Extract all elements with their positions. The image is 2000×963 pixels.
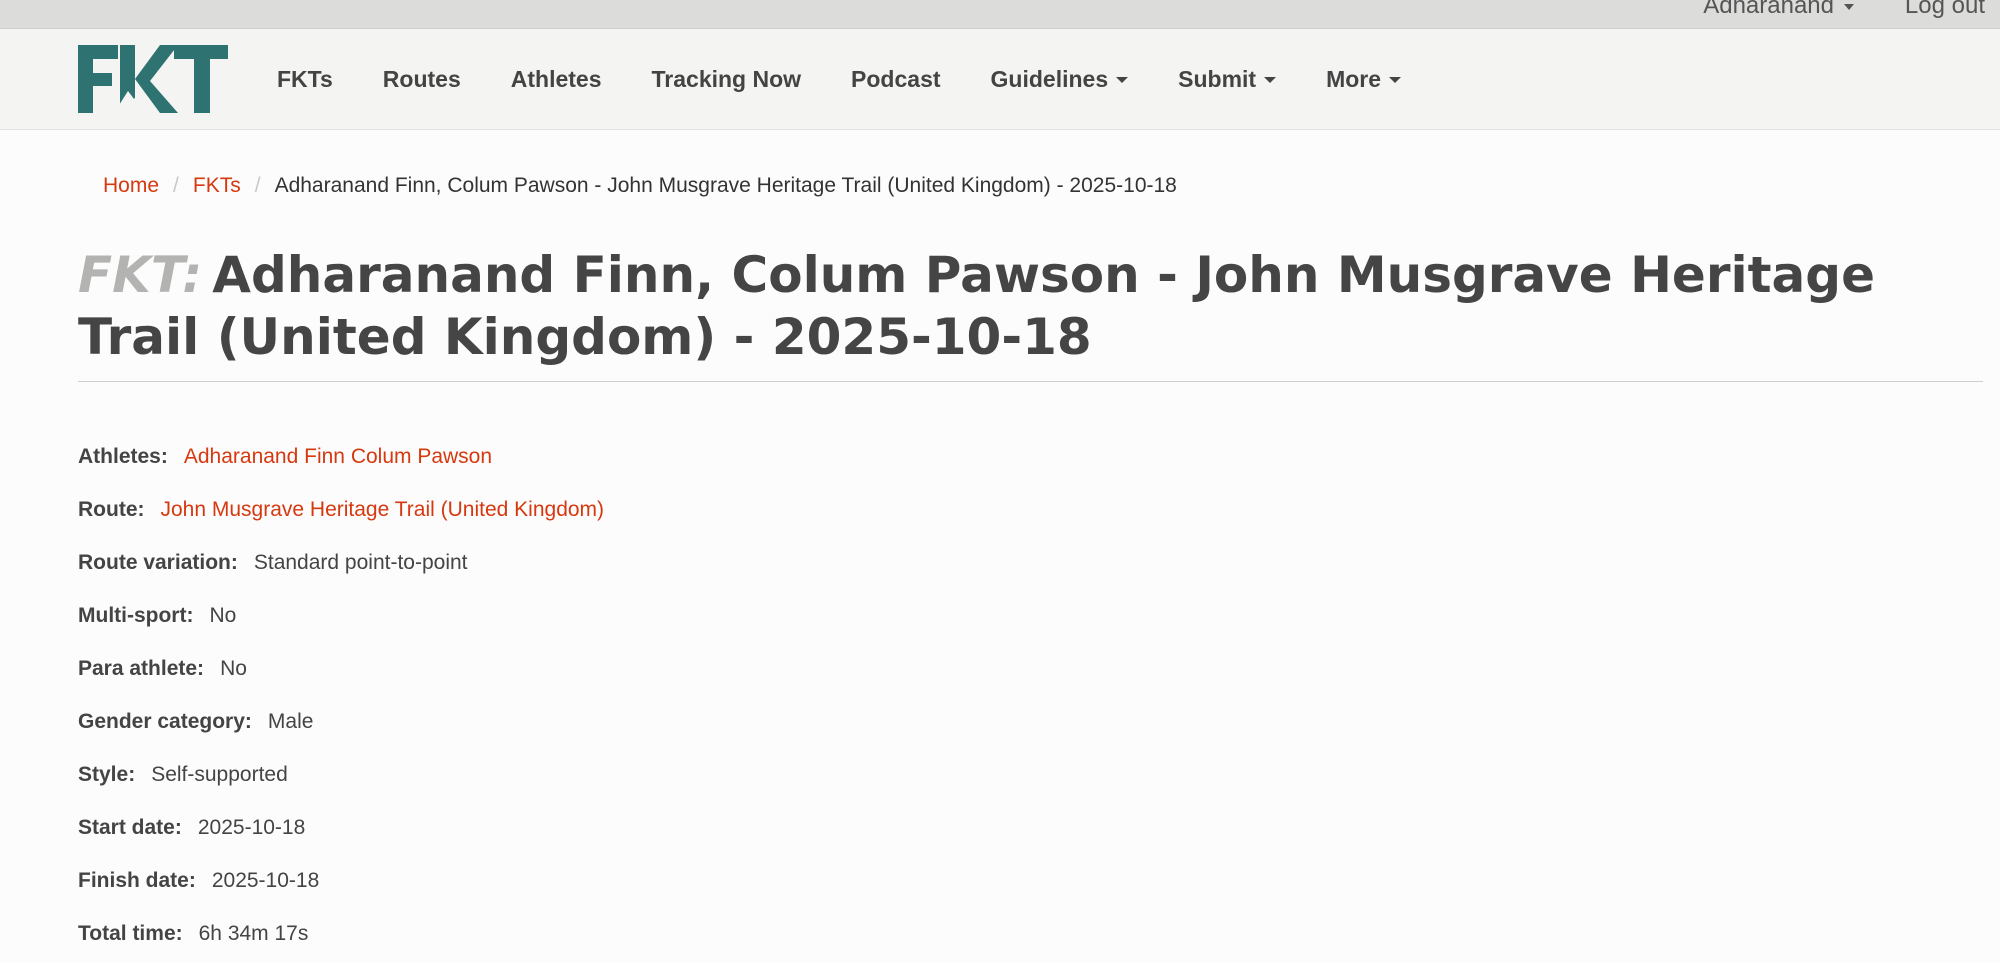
detail-gender-category: Gender category: Male bbox=[78, 695, 604, 748]
nav-guidelines-label: Guidelines bbox=[990, 65, 1109, 92]
detail-style: Style: Self-supported bbox=[78, 748, 604, 801]
detail-label: Style: bbox=[78, 762, 136, 786]
breadcrumb-separator: / bbox=[254, 174, 261, 197]
route-link[interactable]: John Musgrave Heritage Trail (United Kin… bbox=[161, 498, 605, 522]
nav-fkts-label: FKTs bbox=[277, 65, 333, 92]
breadcrumb-current: Adharanand Finn, Colum Pawson - John Mus… bbox=[274, 174, 1177, 197]
detail-label: Para athlete: bbox=[78, 656, 205, 680]
nav-athletes-label: Athletes bbox=[510, 65, 602, 92]
nav-routes[interactable]: Routes bbox=[358, 66, 486, 93]
user-menu-label: Adharanand bbox=[1703, 0, 1834, 19]
detail-para-athlete: Para athlete: No bbox=[78, 642, 604, 695]
chevron-down-icon bbox=[1844, 3, 1854, 10]
detail-label: Total time: bbox=[78, 921, 183, 945]
breadcrumb-separator: / bbox=[173, 174, 179, 197]
detail-value: Male bbox=[267, 709, 314, 733]
detail-label: Finish date: bbox=[78, 868, 196, 892]
detail-multi-sport: Multi-sport: No bbox=[78, 589, 604, 642]
user-menu[interactable]: Adharanand bbox=[1703, 0, 1854, 20]
nav-submit-label: Submit bbox=[1178, 65, 1257, 92]
detail-value: Standard point-to-point bbox=[253, 550, 468, 574]
user-bar: Adharanand Log out bbox=[0, 0, 2000, 29]
detail-start-date: Start date: 2025-10-18 bbox=[78, 801, 604, 854]
detail-athletes: Athletes: Adharanand Finn Colum Pawson bbox=[78, 430, 604, 483]
page-title-prefix: FKT: bbox=[78, 246, 203, 304]
detail-value: No bbox=[209, 603, 237, 627]
detail-route: Route: John Musgrave Heritage Trail (Uni… bbox=[78, 483, 604, 536]
chevron-down-icon bbox=[1264, 77, 1277, 84]
detail-finish-date: Finish date: 2025-10-18 bbox=[78, 854, 604, 907]
nav-guidelines[interactable]: Guidelines bbox=[966, 66, 1154, 93]
detail-label: Multi-sport: bbox=[78, 603, 194, 627]
athletes-link[interactable]: Adharanand Finn Colum Pawson bbox=[184, 445, 492, 469]
chevron-down-icon bbox=[1116, 77, 1129, 84]
detail-total-time: Total time: 6h 34m 17s bbox=[78, 907, 604, 960]
detail-value: Self-supported bbox=[151, 762, 288, 786]
nav-podcast[interactable]: Podcast bbox=[826, 66, 965, 93]
nav-fkts[interactable]: FKTs bbox=[252, 66, 358, 93]
nav-athletes[interactable]: Athletes bbox=[486, 66, 627, 93]
detail-route-variation: Route variation: Standard point-to-point bbox=[78, 536, 604, 589]
page-title-text: Adharanand Finn, Colum Pawson - John Mus… bbox=[78, 246, 1875, 366]
chevron-down-icon bbox=[1389, 77, 1402, 84]
fkt-logo[interactable] bbox=[78, 45, 228, 113]
detail-value: No bbox=[220, 656, 247, 680]
detail-value: 6h 34m 17s bbox=[198, 921, 309, 945]
detail-label: Gender category: bbox=[78, 709, 252, 733]
detail-label: Route: bbox=[78, 497, 145, 521]
title-divider bbox=[78, 381, 1983, 382]
nav-routes-label: Routes bbox=[382, 65, 461, 92]
detail-value: 2025-10-18 bbox=[211, 868, 320, 892]
detail-value: 2025-10-18 bbox=[197, 815, 306, 839]
breadcrumb-home[interactable]: Home bbox=[103, 174, 159, 198]
detail-label: Route variation: bbox=[78, 550, 238, 574]
nav-tracking-now[interactable]: Tracking Now bbox=[627, 66, 827, 93]
breadcrumb: Home / FKTs / Adharanand Finn, Colum Paw… bbox=[103, 174, 1177, 198]
main-nav: FKTs Routes Athletes Tracking Now Podcas… bbox=[252, 29, 1426, 129]
detail-label: Athletes: bbox=[78, 444, 168, 468]
page-title: FKT: Adharanand Finn, Colum Pawson - John… bbox=[78, 244, 1978, 368]
breadcrumb-fkts[interactable]: FKTs bbox=[193, 174, 241, 198]
nav-podcast-label: Podcast bbox=[851, 65, 941, 92]
detail-label: Start date: bbox=[78, 815, 182, 839]
nav-tracking-now-label: Tracking Now bbox=[651, 65, 802, 92]
nav-more-label: More bbox=[1326, 65, 1382, 92]
nav-more[interactable]: More bbox=[1301, 66, 1426, 93]
logout-link[interactable]: Log out bbox=[1905, 0, 1985, 20]
nav-submit[interactable]: Submit bbox=[1153, 66, 1301, 93]
fkt-details: Athletes: Adharanand Finn Colum Pawson R… bbox=[78, 430, 604, 960]
main-navbar: FKTs Routes Athletes Tracking Now Podcas… bbox=[0, 29, 2000, 130]
